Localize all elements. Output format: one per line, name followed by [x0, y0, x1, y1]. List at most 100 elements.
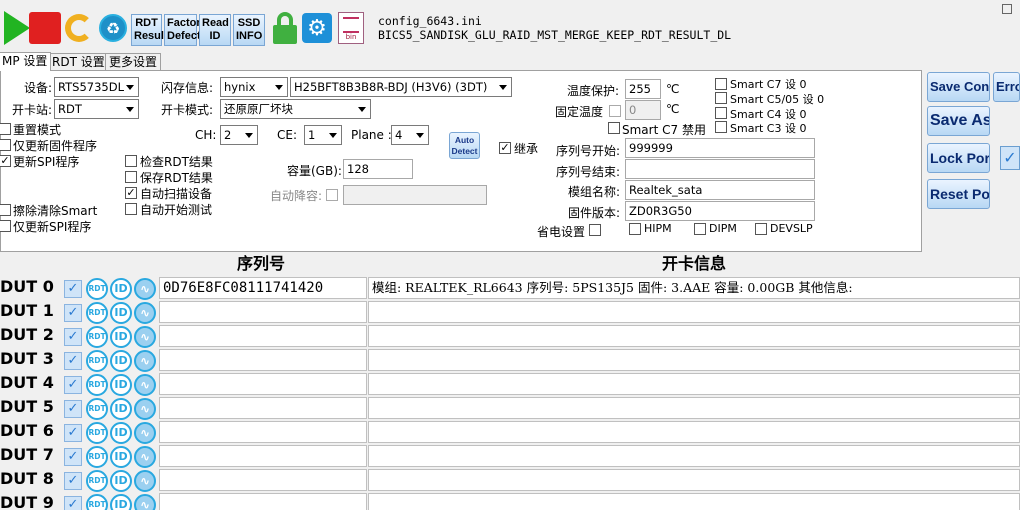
dut-enable-checkbox[interactable]: ✓ [64, 424, 82, 442]
waveform-icon[interactable]: ∿ [134, 374, 156, 396]
id-icon[interactable]: ID [110, 446, 132, 468]
reset-mode-checkbox[interactable] [0, 123, 11, 135]
dut-enable-checkbox[interactable]: ✓ [64, 352, 82, 370]
ce-label: CE: [277, 128, 298, 142]
auto-scan-checkbox[interactable]: ✓ [125, 187, 137, 199]
hipm-checkbox[interactable] [629, 223, 641, 235]
tab-rdt-settings[interactable]: RDT 设置 [48, 53, 109, 70]
smart-c3-zero-checkbox[interactable] [715, 121, 727, 133]
temp-protect-input[interactable]: 255 [625, 79, 661, 99]
auto-reduce-input[interactable] [343, 185, 487, 205]
dut-enable-checkbox[interactable]: ✓ [64, 472, 82, 490]
tab-more-settings[interactable]: 更多设置 [105, 53, 162, 70]
save-config-button[interactable]: Save Config [927, 72, 990, 102]
erase-smart-checkbox[interactable] [0, 204, 11, 216]
station-select[interactable]: RDT [54, 99, 139, 119]
waveform-icon[interactable]: ∿ [134, 446, 156, 468]
auto-reduce-checkbox[interactable] [326, 189, 338, 201]
error-button[interactable]: Error [993, 72, 1020, 102]
id-icon[interactable]: ID [110, 470, 132, 492]
ce-select[interactable]: 1 [304, 125, 342, 145]
window-corner-box[interactable] [1002, 4, 1012, 14]
dut-enable-checkbox[interactable]: ✓ [64, 448, 82, 466]
capacity-input[interactable]: 128 [343, 159, 413, 179]
waveform-icon[interactable]: ∿ [134, 326, 156, 348]
smart-c7-disable-checkbox[interactable] [608, 122, 620, 134]
module-name-input[interactable]: Realtek_sata [625, 180, 815, 200]
rdt-icon[interactable]: RDT [86, 350, 108, 372]
fixed-temp-checkbox[interactable] [609, 105, 621, 117]
firmware-input[interactable]: ZD0R3G50 [625, 201, 815, 221]
id-icon[interactable]: ID [110, 326, 132, 348]
id-icon[interactable]: ID [110, 302, 132, 324]
dut-enable-checkbox[interactable]: ✓ [64, 496, 82, 510]
reset-port-button[interactable]: Reset Port [927, 179, 990, 209]
plane-select[interactable]: 4 [391, 125, 429, 145]
id-icon[interactable]: ID [110, 374, 132, 396]
serial-end-input[interactable] [625, 159, 815, 179]
flash-part-select[interactable]: H25BFT8B3B8R-BDJ (H3V6) (3DT) [290, 77, 512, 97]
factory-defect-button[interactable]: Factory Defect [164, 14, 207, 46]
device-select[interactable]: RTS5735DL [54, 77, 139, 97]
settings-button[interactable]: ⚙ [300, 10, 334, 46]
dut-enable-checkbox[interactable]: ✓ [64, 400, 82, 418]
rdt-icon[interactable]: RDT [86, 302, 108, 324]
check-rdt-checkbox[interactable] [125, 155, 137, 167]
id-icon[interactable]: ID [110, 398, 132, 420]
power-save-checkbox[interactable] [589, 224, 601, 236]
dut-enable-checkbox[interactable]: ✓ [64, 304, 82, 322]
id-icon[interactable]: ID [110, 278, 132, 300]
bin-file-button[interactable]: bin [334, 10, 368, 46]
ssd-info-button[interactable]: SSD INFO [233, 14, 265, 46]
rdt-icon[interactable]: RDT [86, 470, 108, 492]
auto-start-checkbox[interactable] [125, 203, 137, 215]
auto-detect-button[interactable]: Auto Detect [449, 132, 480, 159]
recycle-button[interactable]: ♻ [96, 10, 130, 46]
waveform-icon[interactable]: ∿ [134, 278, 156, 300]
inherit-checkbox[interactable]: ✓ [499, 142, 511, 154]
dut-enable-checkbox[interactable]: ✓ [64, 376, 82, 394]
dipm-checkbox[interactable] [694, 223, 706, 235]
waveform-icon[interactable]: ∿ [134, 398, 156, 420]
update-spi-checkbox[interactable]: ✓ [0, 155, 11, 167]
id-icon[interactable]: ID [110, 350, 132, 372]
tab-mp-settings[interactable]: MP 设置 [0, 52, 52, 71]
ch-select[interactable]: 2 [220, 125, 258, 145]
serial-cell [159, 469, 367, 491]
serial-start-input[interactable]: 999999 [625, 138, 815, 158]
update-fw-only-checkbox[interactable] [0, 139, 11, 151]
rdt-icon[interactable]: RDT [86, 446, 108, 468]
waveform-icon[interactable]: ∿ [134, 350, 156, 372]
smart-c4-zero-checkbox[interactable] [715, 107, 727, 119]
smart-c5-zero-checkbox[interactable] [715, 92, 727, 104]
stop-button[interactable] [28, 10, 62, 46]
devslp-checkbox[interactable] [755, 223, 767, 235]
rdt-icon[interactable]: RDT [86, 278, 108, 300]
refresh-button[interactable] [62, 10, 96, 46]
dut-enable-checkbox[interactable]: ✓ [64, 280, 82, 298]
rdt-icon[interactable]: RDT [86, 494, 108, 510]
waveform-icon[interactable]: ∿ [134, 470, 156, 492]
lock-port-check-icon[interactable]: ✓ [1000, 146, 1020, 170]
rdt-icon[interactable]: RDT [86, 374, 108, 396]
lock-port-button[interactable]: Lock Port [927, 143, 990, 173]
id-icon[interactable]: ID [110, 422, 132, 444]
update-spi-only-checkbox[interactable] [0, 220, 11, 232]
read-id-button[interactable]: Read ID [199, 14, 231, 46]
waveform-icon[interactable]: ∿ [134, 494, 156, 510]
waveform-icon[interactable]: ∿ [134, 422, 156, 444]
save-rdt-checkbox[interactable] [125, 171, 137, 183]
flash-vendor-select[interactable]: hynix [220, 77, 288, 97]
rdt-icon[interactable]: RDT [86, 326, 108, 348]
id-icon[interactable]: ID [110, 494, 132, 510]
smart-c7-zero-checkbox[interactable] [715, 78, 727, 90]
dut-enable-checkbox[interactable]: ✓ [64, 328, 82, 346]
waveform-icon[interactable]: ∿ [134, 302, 156, 324]
mode-select[interactable]: 还原原厂坏块 [220, 99, 371, 119]
rdt-icon[interactable]: RDT [86, 422, 108, 444]
rdt-icon[interactable]: RDT [86, 398, 108, 420]
rdt-result-button[interactable]: RDT Result [131, 14, 168, 46]
save-as-button[interactable]: Save As [927, 106, 990, 136]
fixed-temp-input[interactable]: 0 [625, 100, 661, 120]
lock-button[interactable] [268, 10, 302, 46]
